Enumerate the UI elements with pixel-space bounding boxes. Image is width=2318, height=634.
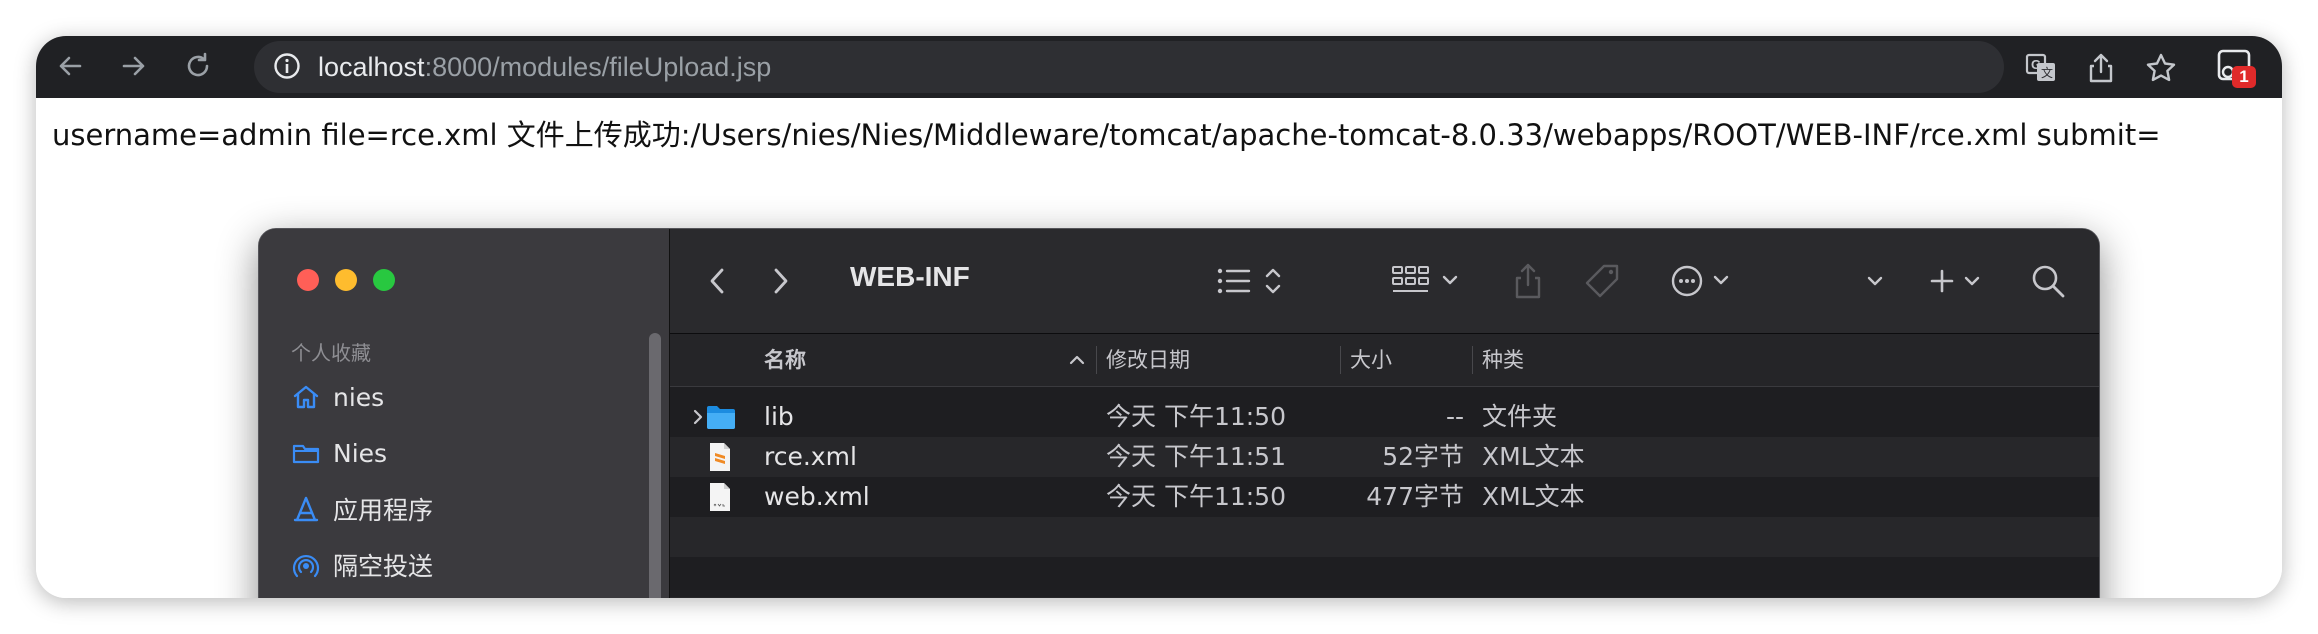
- finder-forward-button[interactable]: [760, 261, 800, 301]
- zoom-window-button[interactable]: [373, 269, 395, 291]
- sidebar-item-airdrop[interactable]: 隔空投送: [291, 545, 433, 585]
- sidebar-item-label: 隔空投送: [333, 552, 434, 581]
- empty-row: [670, 557, 2099, 597]
- back-arrow-icon: [59, 56, 82, 76]
- file-modified: 今天 下午11:51: [1106, 442, 1286, 471]
- applications-icon: [293, 496, 319, 522]
- file-modified: 今天 下午11:50: [1106, 482, 1286, 511]
- sidebar-item-label: nies: [333, 382, 385, 412]
- finder-title: WEB-INF: [850, 261, 970, 292]
- group-by-button[interactable]: [1390, 259, 1470, 303]
- star-icon[interactable]: [2144, 51, 2178, 85]
- translate-icon[interactable]: G文: [2024, 51, 2058, 85]
- column-divider[interactable]: [1096, 346, 1097, 374]
- sidebar-scrollbar[interactable]: [649, 333, 661, 598]
- file-name: web.xml: [764, 482, 870, 511]
- back-button[interactable]: [50, 46, 90, 86]
- search-button[interactable]: [2026, 259, 2070, 303]
- plus-icon: [1930, 269, 1980, 293]
- chevron-left-icon: [710, 268, 724, 294]
- file-size: --: [1445, 402, 1464, 431]
- finder-content: WEB-INF 名称 修改日期 大小 种类 lib 今天 下午11:50 -- …: [670, 229, 2099, 598]
- search-icon: [2032, 265, 2065, 298]
- share-icon: [1515, 263, 1541, 299]
- file-size: 477字节: [1366, 482, 1464, 511]
- tag-icon: [1585, 264, 1619, 298]
- file-kind: XML文本: [1482, 442, 1585, 471]
- finder-toolbar: WEB-INF: [670, 229, 2099, 334]
- xml-file-icon: [710, 483, 730, 511]
- chevron-right-icon: [774, 268, 788, 294]
- sidebar-item-applications[interactable]: 应用程序: [291, 489, 433, 529]
- url-text[interactable]: localhost:8000/modules/fileUpload.jsp: [318, 41, 771, 93]
- address-bar[interactable]: localhost:8000/modules/fileUpload.jsp G文: [254, 41, 2176, 93]
- disclosure-chevron-icon[interactable]: [690, 407, 706, 427]
- chevron-down-icon: [1867, 276, 1883, 286]
- browser-toolbar: localhost:8000/modules/fileUpload.jsp G文…: [36, 36, 2282, 98]
- more-actions-button[interactable]: [1670, 259, 1740, 303]
- sidebar-item-label: 应用程序: [333, 496, 434, 525]
- file-modified: 今天 下午11:50: [1106, 402, 1286, 431]
- home-icon: [293, 385, 319, 409]
- file-row-lib[interactable]: lib 今天 下午11:50 -- 文件夹: [670, 397, 2099, 437]
- file-name: lib: [764, 402, 794, 431]
- file-row-rce-xml[interactable]: rce.xml 今天 下午11:51 52字节 XML文本: [670, 437, 2099, 477]
- file-kind: 文件夹: [1482, 402, 1558, 431]
- column-divider[interactable]: [1472, 346, 1473, 374]
- empty-row: [670, 517, 2099, 557]
- column-header-name[interactable]: 名称: [764, 334, 806, 386]
- browser-window: localhost:8000/modules/fileUpload.jsp G文…: [36, 36, 2282, 598]
- svg-text:文: 文: [2041, 65, 2053, 80]
- column-header-kind[interactable]: 种类: [1482, 334, 1524, 386]
- view-as-list-button[interactable]: [1214, 259, 1294, 303]
- info-icon[interactable]: [272, 51, 302, 81]
- sidebar-item-label: Nies: [333, 438, 388, 468]
- file-row-web-xml[interactable]: web.xml 今天 下午11:50 477字节 XML文本: [670, 477, 2099, 517]
- folder-icon: [707, 406, 735, 429]
- list-view-icon: [1217, 268, 1281, 294]
- finder-window: 个人收藏 nies Nies 应用程序 隔空投送 WEB-INF 名称 修改日期…: [258, 228, 2100, 598]
- reload-button[interactable]: [178, 46, 218, 86]
- column-header-size[interactable]: 大小: [1350, 334, 1392, 386]
- file-size: 52字节: [1382, 442, 1464, 471]
- empty-row: [670, 597, 2099, 598]
- sort-ascending-icon[interactable]: [1068, 352, 1086, 368]
- grid-icon: [1392, 266, 1458, 292]
- tag-button[interactable]: [1580, 259, 1624, 303]
- url-path: :8000/modules/fileUpload.jsp: [424, 52, 772, 82]
- sidebar-item-nies-home[interactable]: nies: [291, 377, 384, 417]
- reload-icon: [187, 52, 209, 77]
- file-kind: XML文本: [1482, 482, 1585, 511]
- share-button[interactable]: [1508, 257, 1548, 305]
- page-content: username=admin file=rce.xml 文件上传成功:/User…: [36, 98, 2282, 598]
- column-header-modified[interactable]: 修改日期: [1106, 334, 1190, 386]
- share-icon[interactable]: [2084, 51, 2118, 85]
- sidebar-item-nies-folder[interactable]: Nies: [291, 433, 387, 473]
- airdrop-icon: [292, 554, 320, 578]
- file-name: rce.xml: [764, 442, 857, 471]
- column-headers: 名称 修改日期 大小 种类: [670, 334, 2099, 387]
- column-divider[interactable]: [1340, 346, 1341, 374]
- url-host: localhost: [318, 52, 425, 82]
- sidebar-heading-favorites: 个人收藏: [291, 341, 371, 365]
- finder-back-button[interactable]: [698, 261, 738, 301]
- close-window-button[interactable]: [297, 269, 319, 291]
- upload-response-text: username=admin file=rce.xml 文件上传成功:/User…: [52, 118, 2161, 152]
- ellipsis-circle-icon: [1671, 265, 1729, 297]
- view-options-chevron[interactable]: [1860, 259, 1890, 303]
- extension-badge: 1: [2232, 66, 2256, 88]
- finder-sidebar: 个人收藏 nies Nies 应用程序 隔空投送: [259, 229, 670, 598]
- minimize-window-button[interactable]: [335, 269, 357, 291]
- folder-icon: [292, 444, 320, 464]
- forward-button[interactable]: [114, 46, 154, 86]
- new-item-button[interactable]: [1928, 259, 1992, 303]
- forward-arrow-icon: [122, 56, 145, 76]
- sublime-file-icon: [710, 443, 730, 471]
